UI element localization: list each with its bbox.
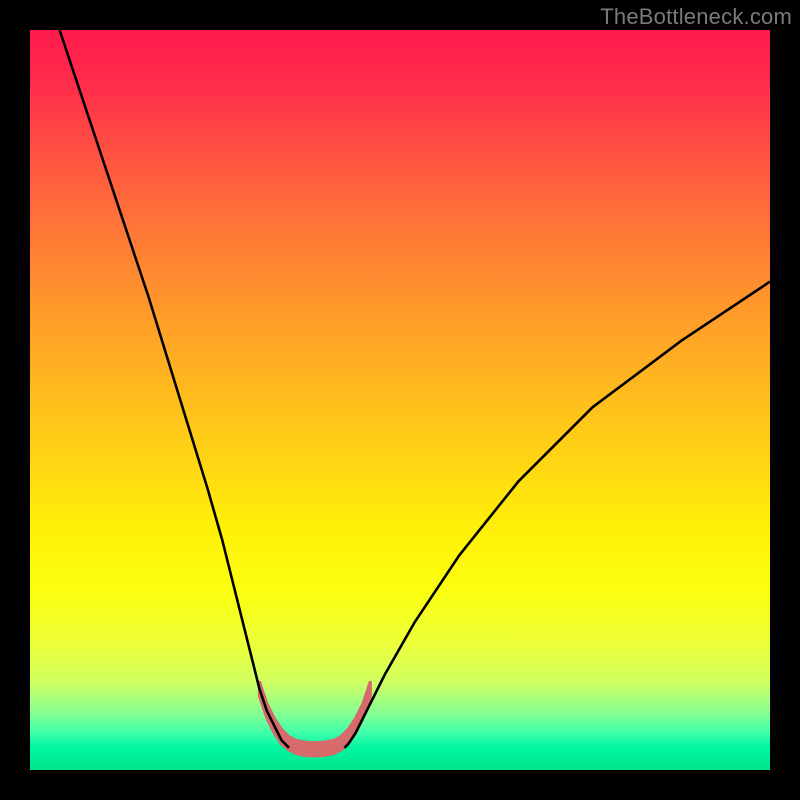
chart-frame: TheBottleneck.com: [0, 0, 800, 800]
right-curve: [345, 282, 771, 748]
valley-band-fill: [259, 681, 370, 756]
valley-band: [259, 681, 370, 756]
left-curve: [60, 30, 289, 748]
chart-plot: [30, 30, 770, 770]
watermark-label: TheBottleneck.com: [600, 4, 792, 30]
left-curve-path: [60, 30, 289, 748]
right-curve-path: [345, 282, 771, 748]
